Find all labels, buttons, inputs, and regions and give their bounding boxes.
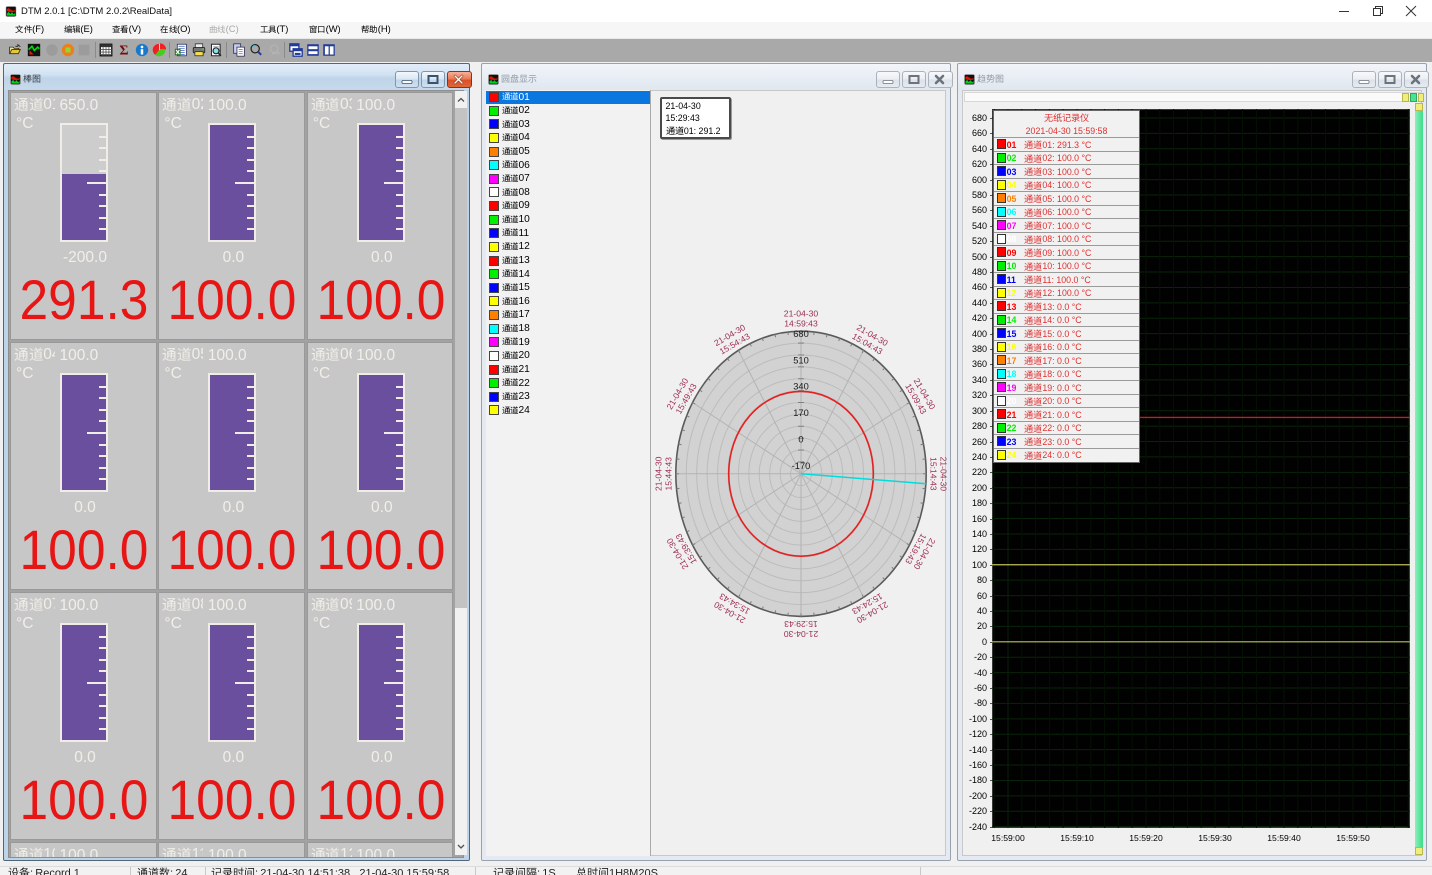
svg-text:21-04-30: 21-04-30 xyxy=(939,457,949,492)
svg-text:0: 0 xyxy=(798,434,803,444)
svg-text:510: 510 xyxy=(793,355,809,365)
svg-text:-170: -170 xyxy=(792,461,811,471)
svg-text:15:14:43: 15:14:43 xyxy=(929,457,939,491)
svg-text:15:44:43: 15:44:43 xyxy=(663,457,673,491)
svg-text:340: 340 xyxy=(793,382,809,392)
svg-text:21-04-30: 21-04-30 xyxy=(784,629,819,639)
svg-text:680: 680 xyxy=(793,329,809,339)
svg-text:21-04-30: 21-04-30 xyxy=(784,309,819,319)
svg-text:15:29:43: 15:29:43 xyxy=(784,619,818,629)
svg-text:21-04-30: 21-04-30 xyxy=(653,456,663,491)
svg-text:170: 170 xyxy=(793,408,809,418)
svg-text:14:59:43: 14:59:43 xyxy=(784,319,818,329)
svg-text:Σ: Σ xyxy=(119,44,128,57)
